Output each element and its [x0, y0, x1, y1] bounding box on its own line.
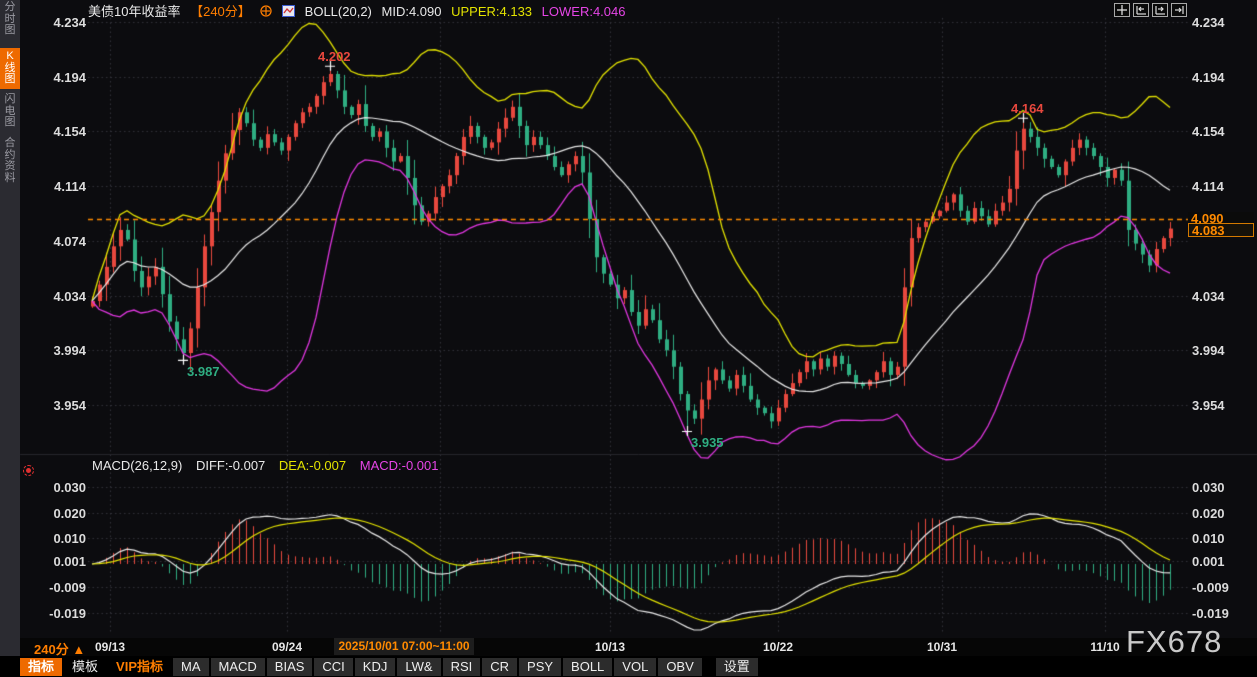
price-tick-right: 3.994	[1192, 343, 1254, 358]
pan-to-start-icon[interactable]	[1133, 3, 1149, 17]
price-tick-right: 3.954	[1192, 398, 1254, 413]
chart-app: 分时图 K线图闪电图合约资料 美债10年收益率 【240分】 BOLL(20,2)…	[0, 0, 1257, 677]
macd-tick-left: 0.001	[28, 554, 86, 569]
toolbar-button-8[interactable]: LW&	[397, 658, 440, 676]
boll-params-label: BOLL(20,2)	[305, 4, 372, 19]
extreme-price-annotation: 4.202	[318, 49, 351, 64]
toolbar-button-10[interactable]: CR	[482, 658, 517, 676]
target-circle-icon[interactable]	[260, 5, 272, 21]
macd-tick-right: 0.010	[1192, 531, 1254, 546]
extreme-price-annotation: 3.987	[187, 364, 220, 379]
sidebar-tab-1[interactable]: K线图	[0, 48, 20, 89]
macd-tick-left: 0.020	[28, 506, 86, 521]
extreme-price-annotation: 4.164	[1011, 101, 1044, 116]
time-axis: 240分 ▲ 2025/10/01 07:00~11:00 三 09/1309/…	[0, 638, 1257, 656]
watermark-logo: FX678	[1126, 624, 1222, 660]
price-tick-left: 4.114	[28, 179, 86, 194]
toolbar-button-1[interactable]: 模板	[64, 658, 106, 676]
macd-tick-right: 0.030	[1192, 480, 1254, 495]
toolbar-button-5[interactable]: BIAS	[267, 658, 313, 676]
price-tick-left: 3.954	[28, 398, 86, 413]
boll-mid-value: MID:4.090	[382, 4, 442, 19]
sidebar-tab-label: K线图	[3, 51, 17, 86]
price-tick-right: 4.194	[1192, 70, 1254, 85]
sidebar-tab-label: 分时图	[3, 2, 17, 37]
sidebar-tab-0[interactable]: 分时图	[0, 2, 20, 37]
date-tick: 09/24	[272, 640, 302, 654]
toolbar-button-9[interactable]: RSI	[443, 658, 481, 676]
chart-toolbar-top-right	[1114, 3, 1187, 17]
instrument-title: 美债10年收益率	[88, 4, 180, 19]
toolbar-button-2[interactable]: VIP指标	[108, 658, 171, 676]
toolbar-button-11[interactable]: PSY	[519, 658, 561, 676]
toolbar-button-3[interactable]: MA	[173, 658, 209, 676]
sidebar-tab-3[interactable]: 合约资料	[0, 138, 20, 184]
toolbar-button-4[interactable]: MACD	[211, 658, 265, 676]
macd-tick-right: 0.020	[1192, 506, 1254, 521]
indicator-toolbar: 指标模板VIP指标MAMACDBIASCCIKDJLW&RSICRPSYBOLL…	[0, 656, 1257, 677]
macd-tick-right: -0.009	[1192, 580, 1254, 595]
price-tick-left: 3.994	[28, 343, 86, 358]
macd-tick-right: 0.001	[1192, 554, 1254, 569]
toolbar-button-14[interactable]: OBV	[658, 658, 701, 676]
date-tick: 10/31	[927, 640, 957, 654]
last-price-tag: 4.083	[1188, 223, 1254, 237]
macd-dea-value: DEA:-0.007	[279, 458, 346, 473]
period-label[interactable]: 【240分】	[190, 4, 251, 19]
price-tick-right: 4.234	[1192, 15, 1254, 30]
toolbar-button-13[interactable]: VOL	[614, 658, 656, 676]
toolbar-button-6[interactable]: CCI	[314, 658, 352, 676]
sidebar-tab-2[interactable]: 闪电图	[0, 94, 20, 129]
mini-chart-icon[interactable]	[282, 5, 295, 21]
candlestick-chart-canvas[interactable]	[0, 0, 1257, 677]
date-tick: 10/22	[763, 640, 793, 654]
macd-tick-left: 0.030	[28, 480, 86, 495]
pan-to-right-icon[interactable]	[1152, 3, 1168, 17]
toolbar-button-12[interactable]: BOLL	[563, 658, 612, 676]
price-tick-right: 4.114	[1192, 179, 1254, 194]
price-tick-left: 4.074	[28, 234, 86, 249]
price-tick-right: 4.154	[1192, 124, 1254, 139]
crosshair-icon[interactable]	[1114, 3, 1130, 17]
selected-candle-time-label: 2025/10/01 07:00~11:00 三	[334, 638, 474, 655]
price-tick-left: 4.034	[28, 289, 86, 304]
macd-tick-left: 0.010	[28, 531, 86, 546]
macd-diff-value: DIFF:-0.007	[196, 458, 265, 473]
left-sidebar: 分时图 K线图闪电图合约资料	[0, 0, 20, 656]
toolbar-button-0[interactable]: 指标	[20, 658, 62, 676]
date-tick: 09/13	[95, 640, 125, 654]
chart-header: 美债10年收益率 【240分】 BOLL(20,2) MID:4.090 UPP…	[88, 4, 632, 20]
price-tick-left: 4.234	[28, 15, 86, 30]
sidebar-tab-label: 闪电图	[3, 94, 17, 129]
macd-params-label: MACD(26,12,9)	[92, 458, 182, 473]
date-tick: 10/13	[595, 640, 625, 654]
macd-tick-left: -0.019	[28, 606, 86, 621]
date-tick: 11/10	[1090, 640, 1119, 654]
macd-header: MACD(26,12,9) DIFF:-0.007 DEA:-0.007 MAC…	[92, 458, 449, 473]
toolbar-button-7[interactable]: KDJ	[355, 658, 396, 676]
price-tick-left: 4.154	[28, 124, 86, 139]
go-to-end-icon[interactable]	[1171, 3, 1187, 17]
boll-upper-value: UPPER:4.133	[451, 4, 532, 19]
price-tick-right: 4.034	[1192, 289, 1254, 304]
macd-macd-value: MACD:-0.001	[360, 458, 439, 473]
macd-tick-right: -0.019	[1192, 606, 1254, 621]
extreme-price-annotation: 3.935	[691, 435, 724, 450]
sidebar-tab-label: 合约资料	[3, 138, 17, 184]
price-tick-left: 4.194	[28, 70, 86, 85]
macd-tick-left: -0.009	[28, 580, 86, 595]
alert-dot-icon[interactable]	[23, 465, 34, 476]
boll-lower-value: LOWER:4.046	[542, 4, 626, 19]
toolbar-button-15[interactable]: 设置	[716, 658, 758, 676]
